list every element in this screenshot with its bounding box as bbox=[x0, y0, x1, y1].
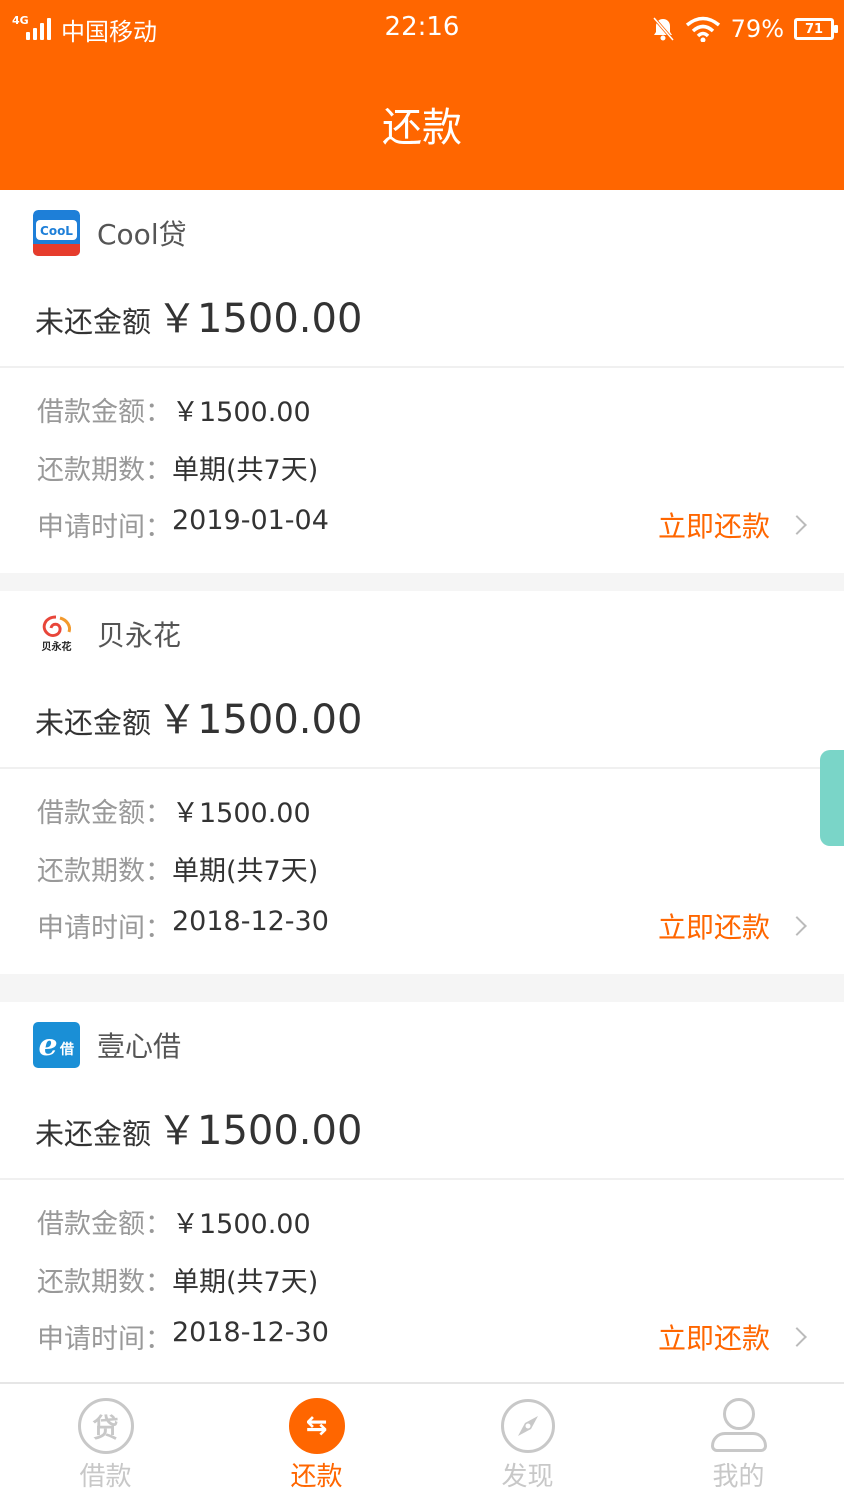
tab-label: 借款 bbox=[79, 1462, 132, 1492]
loan-amount-label: 借款金额： bbox=[37, 397, 172, 428]
periods-label: 还款期数： bbox=[37, 455, 172, 486]
periods-label: 还款期数： bbox=[37, 856, 172, 887]
loan-detail: 借款金额： ￥1500.00 还款期数： 单期(共7天) 申请时间： 2018-… bbox=[0, 1180, 844, 1383]
yi-xin-jie-logo-icon: e 借 bbox=[33, 1022, 80, 1068]
repay-now-button[interactable]: 立即还款 bbox=[657, 906, 807, 946]
periods-value: 单期(共7天) bbox=[172, 455, 319, 486]
loan-amount-row: 借款金额： ￥1500.00 bbox=[37, 390, 311, 429]
apply-time-row: 申请时间： 2018-12-30 bbox=[37, 906, 329, 945]
owed-amount: 未还金额 ￥1500.00 bbox=[35, 687, 362, 745]
tab-label: 还款 bbox=[290, 1462, 343, 1492]
repay-now-label: 立即还款 bbox=[657, 1322, 770, 1355]
owed-value: ￥1500.00 bbox=[157, 296, 363, 342]
owed-value: ￥1500.00 bbox=[157, 1108, 363, 1154]
svg-text:CooL: CooL bbox=[40, 224, 73, 238]
apply-time-value: 2018-12-30 bbox=[172, 906, 329, 937]
profile-icon bbox=[710, 1398, 767, 1454]
chevron-right-icon bbox=[787, 1327, 807, 1347]
apply-time-label: 申请时间： bbox=[37, 512, 172, 543]
apply-time-value: 2018-12-30 bbox=[172, 1317, 329, 1348]
apply-time-label: 申请时间： bbox=[37, 1324, 172, 1355]
loan-detail: 借款金额： ￥1500.00 还款期数： 单期(共7天) 申请时间： 2018-… bbox=[0, 769, 844, 972]
owed-amount: 未还金额 ￥1500.00 bbox=[35, 286, 362, 344]
cool-dai-logo-icon: CooL bbox=[33, 210, 80, 256]
repay-now-label: 立即还款 bbox=[657, 911, 770, 944]
loan-card: 贝永花 贝永花 未还金额 ￥1500.00 借款金额： ￥1500.00 还款期… bbox=[0, 591, 844, 974]
owed-value: ￥1500.00 bbox=[157, 697, 363, 743]
loan-amount-row: 借款金额： ￥1500.00 bbox=[37, 791, 311, 830]
loan-amount-label: 借款金额： bbox=[37, 1209, 172, 1240]
tab-label: 发现 bbox=[501, 1462, 554, 1492]
owed-label: 未还金额 bbox=[35, 305, 152, 339]
loan-detail: 借款金额： ￥1500.00 还款期数： 单期(共7天) 申请时间： 2019-… bbox=[0, 368, 844, 571]
owed-label: 未还金额 bbox=[35, 706, 152, 740]
repay-icon: ⇆ bbox=[288, 1398, 345, 1454]
repay-now-button[interactable]: 立即还款 bbox=[657, 1317, 807, 1357]
periods-row: 还款期数： 单期(共7天) bbox=[37, 448, 318, 487]
loan-icon: 贷 bbox=[77, 1398, 134, 1454]
wifi-icon bbox=[685, 16, 720, 42]
loan-card: e 借 壹心借 未还金额 ￥1500.00 借款金额： ￥1500.00 还款期… bbox=[0, 1002, 844, 1385]
svg-text:e: e bbox=[38, 1028, 57, 1063]
compass-icon bbox=[500, 1399, 555, 1453]
loan-amount-value: ￥1500.00 bbox=[172, 1209, 311, 1240]
nav-bar: 还款 bbox=[0, 58, 844, 190]
battery-level: 71 bbox=[804, 21, 824, 37]
loan-brand: CooL Cool贷 bbox=[33, 210, 187, 256]
page-title: 还款 bbox=[382, 105, 462, 151]
owed-amount: 未还金额 ￥1500.00 bbox=[35, 1098, 362, 1156]
svg-text:贝永花: 贝永花 bbox=[42, 640, 72, 653]
mute-bell-icon bbox=[652, 17, 674, 41]
tab-mine[interactable]: 我的 bbox=[633, 1384, 844, 1500]
loan-card-header: e 借 壹心借 未还金额 ￥1500.00 bbox=[0, 1002, 844, 1180]
bei-yong-hua-logo-icon: 贝永花 bbox=[33, 611, 80, 657]
status-bar: 4G 中国移动 22:16 79% 71 bbox=[0, 0, 844, 58]
platform-name: Cool贷 bbox=[97, 218, 187, 251]
battery-icon: 71 bbox=[794, 18, 838, 40]
bottom-tab-bar: 贷 借款 ⇆ 还款 发现 我的 bbox=[0, 1382, 844, 1500]
owed-label: 未还金额 bbox=[35, 1117, 152, 1151]
repay-now-label: 立即还款 bbox=[657, 510, 770, 543]
status-right: 79% 71 bbox=[651, 12, 838, 46]
periods-value: 单期(共7天) bbox=[172, 856, 319, 887]
apply-time-label: 申请时间： bbox=[37, 913, 172, 944]
loan-amount-value: ￥1500.00 bbox=[172, 397, 311, 428]
periods-value: 单期(共7天) bbox=[172, 1267, 319, 1298]
loan-amount-row: 借款金额： ￥1500.00 bbox=[37, 1202, 311, 1241]
apply-time-row: 申请时间： 2019-01-04 bbox=[37, 505, 329, 544]
loan-card: CooL Cool贷 未还金额 ￥1500.00 借款金额： ￥1500.00 … bbox=[0, 190, 844, 573]
repay-now-button[interactable]: 立即还款 bbox=[657, 505, 807, 545]
tab-discover[interactable]: 发现 bbox=[422, 1384, 633, 1500]
svg-text:借: 借 bbox=[59, 1041, 74, 1058]
battery-percent: 79% bbox=[730, 15, 784, 43]
tab-repay[interactable]: ⇆ 还款 bbox=[211, 1384, 422, 1500]
chevron-right-icon bbox=[787, 515, 807, 535]
loan-card-header: CooL Cool贷 未还金额 ￥1500.00 bbox=[0, 190, 844, 368]
platform-name: 贝永花 bbox=[97, 619, 182, 652]
floating-side-tab[interactable] bbox=[820, 750, 844, 846]
loan-amount-label: 借款金额： bbox=[37, 798, 172, 829]
periods-row: 还款期数： 单期(共7天) bbox=[37, 849, 318, 888]
loan-amount-value: ￥1500.00 bbox=[172, 798, 311, 829]
tab-label: 我的 bbox=[712, 1462, 765, 1492]
loan-brand: e 借 壹心借 bbox=[33, 1022, 181, 1068]
periods-label: 还款期数： bbox=[37, 1267, 172, 1298]
loan-card-header: 贝永花 贝永花 未还金额 ￥1500.00 bbox=[0, 591, 844, 769]
apply-time-value: 2019-01-04 bbox=[172, 505, 329, 536]
periods-row: 还款期数： 单期(共7天) bbox=[37, 1260, 318, 1299]
platform-name: 壹心借 bbox=[97, 1030, 182, 1063]
tab-loan[interactable]: 贷 借款 bbox=[0, 1384, 211, 1500]
loan-brand: 贝永花 贝永花 bbox=[33, 611, 181, 657]
chevron-right-icon bbox=[787, 916, 807, 936]
apply-time-row: 申请时间： 2018-12-30 bbox=[37, 1317, 329, 1356]
